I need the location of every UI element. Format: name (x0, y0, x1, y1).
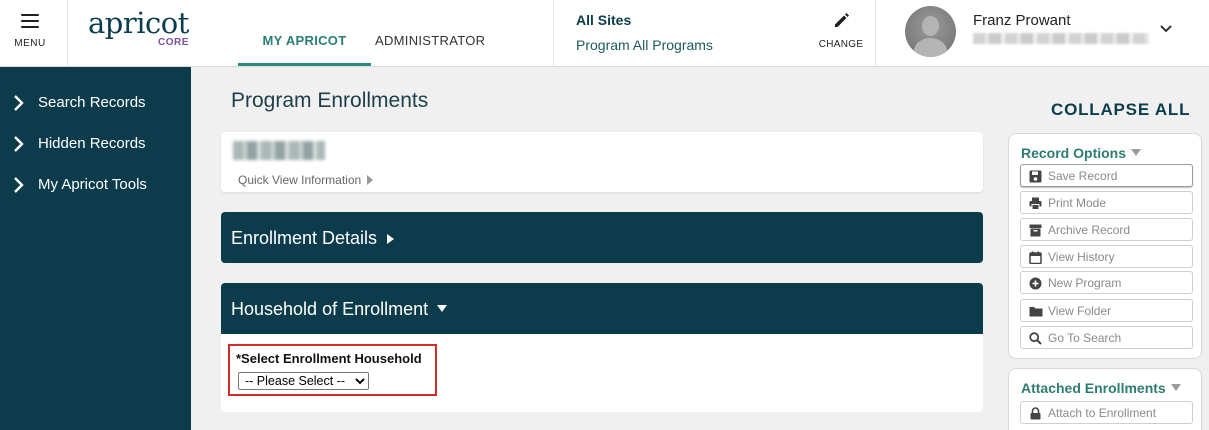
attached-enrollments-title: Attached Enrollments (1021, 380, 1166, 396)
option-label: Go To Search (1048, 331, 1122, 345)
change-button[interactable]: CHANGE (816, 8, 866, 54)
quick-view-card: Quick View Information (221, 132, 983, 192)
collapse-all-button[interactable]: COLLAPSE ALL (1051, 100, 1190, 120)
tab-my-apricot[interactable]: MY APRICOT (238, 33, 371, 66)
sidebar-item-label: Hidden Records (38, 135, 146, 152)
chevron-down-icon[interactable] (1158, 20, 1174, 36)
user-detail-redacted (973, 33, 1149, 44)
plus-circle-icon (1029, 277, 1042, 290)
option-label: New Program (1048, 276, 1122, 290)
view-history-button[interactable]: View History (1020, 245, 1193, 268)
new-program-button[interactable]: New Program (1020, 271, 1193, 294)
household-title: Household of Enrollment (231, 299, 429, 319)
apricot-logo[interactable]: apricot CORE (88, 6, 198, 56)
archive-record-button[interactable]: Archive Record (1020, 218, 1193, 241)
caret-down-icon (1170, 384, 1181, 391)
calendar-icon (1029, 251, 1042, 264)
chevron-right-icon (14, 136, 24, 152)
go-to-search-button[interactable]: Go To Search (1020, 326, 1193, 349)
household-select[interactable]: -- Please Select -- (238, 372, 369, 390)
enrollment-details-header[interactable]: Enrollment Details (221, 212, 983, 263)
sidebar-item-hidden-records[interactable]: Hidden Records (0, 127, 191, 161)
save-icon (1029, 170, 1042, 183)
attach-to-enrollment-button[interactable]: Attach to Enrollment (1020, 401, 1193, 424)
enrollment-details-title: Enrollment Details (231, 228, 378, 248)
option-label: Save Record (1048, 169, 1118, 183)
top-header: MENU apricot CORE MY APRICOT ADMINISTRAT… (0, 0, 1209, 67)
sidebar-item-label: My Apricot Tools (38, 176, 147, 193)
sites-label: All Sites (576, 12, 632, 28)
search-icon (1029, 332, 1042, 345)
sidebar-item-my-apricot-tools[interactable]: My Apricot Tools (0, 168, 191, 202)
record-options-toggle[interactable]: Record Options (1021, 145, 1142, 161)
quick-view-link[interactable]: Quick View Information (238, 173, 373, 187)
change-label: CHANGE (818, 39, 864, 50)
household-field-label: *Select Enrollment Household (236, 351, 422, 366)
save-record-button[interactable]: Save Record (1020, 164, 1193, 187)
archive-icon (1029, 224, 1042, 237)
view-folder-button[interactable]: View Folder (1020, 299, 1193, 322)
record-options-panel: Record Options Save Record Print Mode Ar… (1008, 133, 1202, 359)
print-icon (1029, 197, 1042, 210)
caret-down-icon (437, 305, 448, 312)
option-label: Attach to Enrollment (1048, 406, 1157, 420)
household-header[interactable]: Household of Enrollment (221, 283, 983, 334)
option-label: Print Mode (1048, 196, 1107, 210)
record-name-redacted (233, 141, 325, 160)
tab-administrator[interactable]: ADMINISTRATOR (375, 33, 485, 48)
caret-right-icon (387, 234, 395, 244)
print-mode-button[interactable]: Print Mode (1020, 191, 1193, 214)
caret-down-icon (1130, 149, 1141, 156)
sidebar: Search Records Hidden Records My Apricot… (0, 67, 191, 430)
option-label: Archive Record (1048, 223, 1131, 237)
household-body: *Select Enrollment Household -- Please S… (221, 334, 983, 412)
menu-label: MENU (14, 38, 46, 49)
program-label: Program All Programs (576, 37, 713, 53)
household-field-highlight: *Select Enrollment Household -- Please S… (228, 344, 437, 396)
logo-sub: CORE (158, 37, 189, 48)
folder-icon (1029, 307, 1043, 317)
avatar (905, 6, 956, 57)
sidebar-item-search-records[interactable]: Search Records (0, 86, 191, 120)
lock-icon (1030, 407, 1041, 420)
site-program-selector: All Sites Program All Programs CHANGE (553, 0, 876, 66)
hamburger-icon (21, 14, 39, 32)
logo-wordmark: apricot (88, 6, 189, 40)
chevron-right-icon (14, 177, 24, 193)
attached-enrollments-toggle[interactable]: Attached Enrollments (1021, 380, 1182, 396)
menu-button[interactable]: MENU (0, 0, 68, 66)
record-options-title: Record Options (1021, 145, 1127, 161)
chevron-right-icon (14, 95, 24, 111)
option-label: View History (1048, 250, 1115, 264)
pencil-icon (835, 13, 849, 27)
attached-enrollments-panel: Attached Enrollments Attach to Enrollmen… (1008, 368, 1202, 430)
option-label: View Folder (1048, 304, 1112, 318)
user-name: Franz Prowant (973, 12, 1071, 29)
user-menu[interactable]: Franz Prowant (876, 0, 1209, 66)
sidebar-item-label: Search Records (38, 94, 146, 111)
page-title: Program Enrollments (231, 89, 429, 112)
